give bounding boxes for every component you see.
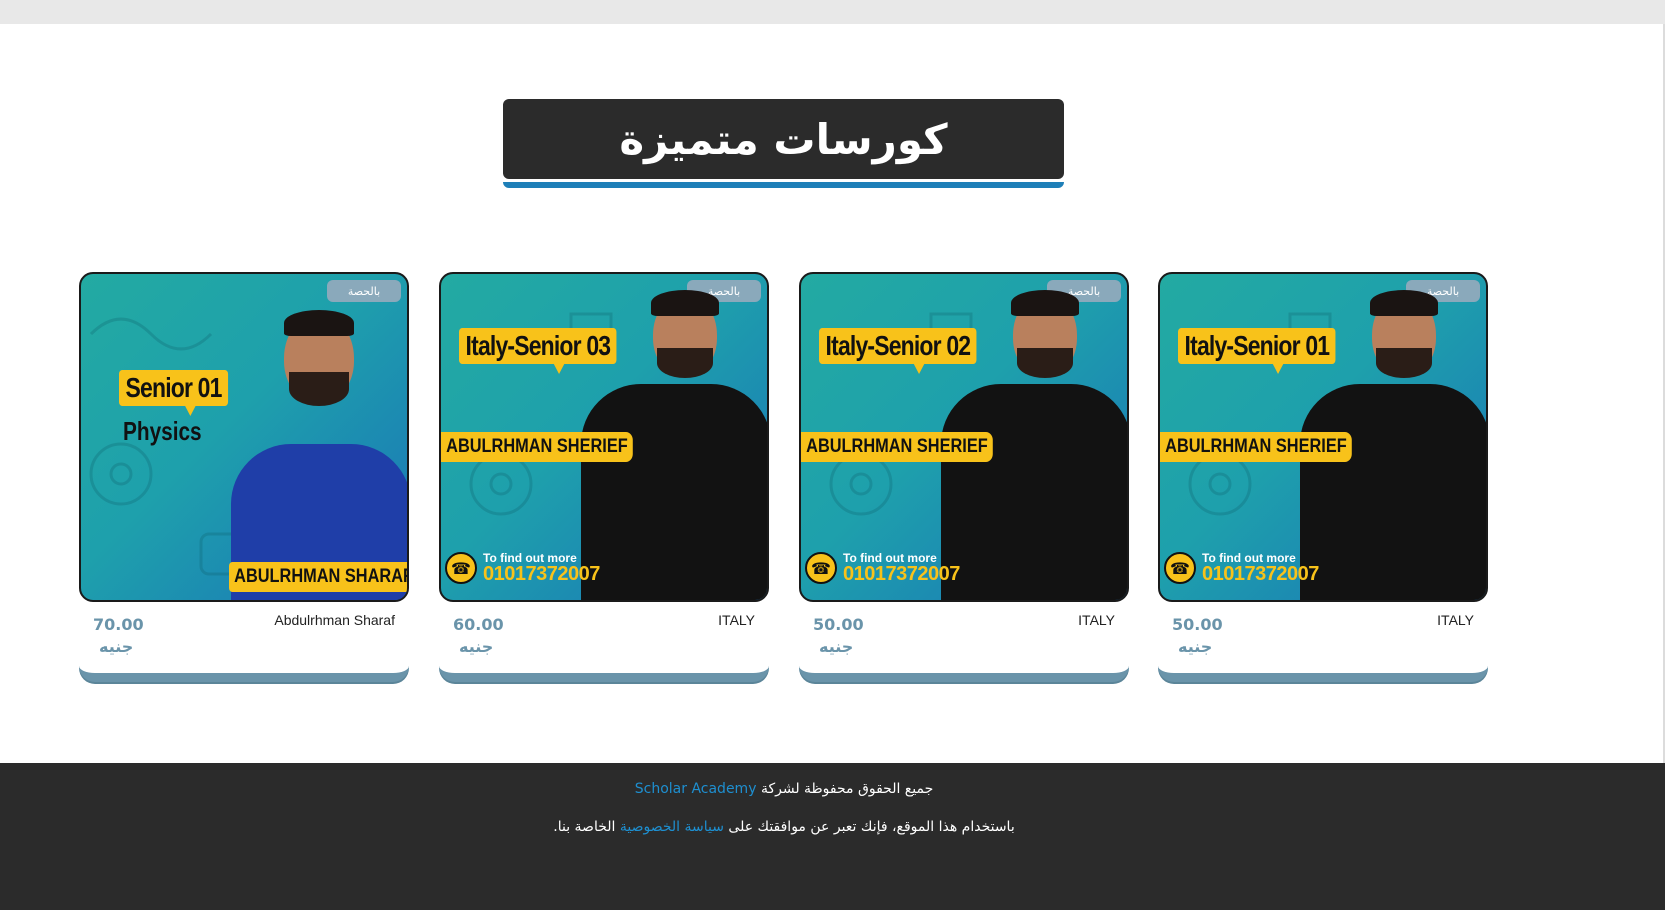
company-link[interactable]: Scholar Academy	[635, 781, 757, 797]
course-title-tag: Senior 01	[119, 370, 229, 416]
whatsapp-icon: ☎	[445, 552, 477, 584]
top-bar	[0, 0, 1665, 24]
whatsapp-contact[interactable]: ☎ To find out more 01017372007	[1164, 552, 1319, 584]
course-title-tag: Italy-Senior 02	[819, 328, 977, 374]
price-value: 50.00	[813, 615, 864, 634]
privacy-prefix: باستخدام هذا الموقع، فإنك تعبر عن موافقت…	[728, 819, 1015, 835]
course-subject-label: Physics	[123, 416, 202, 446]
section-title: كورسات متميزة	[503, 99, 1064, 179]
course-title-tag: Italy-Senior 01	[1178, 328, 1336, 374]
privacy-suffix: الخاصة بنا.	[553, 819, 616, 835]
price-currency: جنيه	[99, 637, 134, 656]
price-currency: جنيه	[819, 637, 854, 656]
course-card-physics[interactable]: بالحصة Senior 01 Physics ABULRHMAN SHARA…	[79, 272, 409, 682]
price-currency: جنيه	[459, 637, 494, 656]
price-value: 50.00	[1172, 615, 1223, 634]
contact-phone: 01017372007	[483, 563, 600, 585]
course-thumbnail[interactable]: بالحصة Senior 01 Physics ABULRHMAN SHARA…	[79, 272, 409, 602]
copyright-line: جميع الحقوق محفوظة لشركة Scholar Academy	[0, 781, 1568, 797]
course-thumbnail[interactable]: بالحصة Italy-Senior 01 ABULRHMAN SHERIEF…	[1158, 272, 1488, 602]
teacher-name-band: ABULRHMAN SHERIEF	[801, 432, 993, 462]
course-teacher-name[interactable]: ITALY	[1437, 612, 1474, 628]
whatsapp-contact[interactable]: ☎ To find out more 01017372007	[445, 552, 600, 584]
contact-phone: 01017372007	[1202, 563, 1319, 585]
course-title-tag: Italy-Senior 03	[459, 328, 617, 374]
privacy-line: باستخدام هذا الموقع، فإنك تعبر عن موافقت…	[0, 819, 1568, 835]
teacher-name-band: ABULRHMAN SHERIEF	[1160, 432, 1352, 462]
course-card-italy-senior-02[interactable]: بالحصة Italy-Senior 02 ABULRHMAN SHERIEF…	[799, 272, 1129, 682]
course-price: 50.00 جنيه	[1172, 614, 1223, 658]
course-thumbnail[interactable]: بالحصة Italy-Senior 03 ABULRHMAN SHERIEF…	[439, 272, 769, 602]
contact-phone: 01017372007	[843, 563, 960, 585]
whatsapp-contact[interactable]: ☎ To find out more 01017372007	[805, 552, 960, 584]
privacy-policy-link[interactable]: سياسة الخصوصية	[620, 819, 724, 835]
copyright-text: جميع الحقوق محفوظة لشركة	[760, 781, 934, 797]
pricing-badge: بالحصة	[327, 280, 401, 302]
price-currency: جنيه	[1178, 637, 1213, 656]
teacher-name-band: ABULRHMAN SHERIEF	[441, 432, 633, 462]
course-thumbnail[interactable]: بالحصة Italy-Senior 02 ABULRHMAN SHERIEF…	[799, 272, 1129, 602]
section-title-underline	[503, 179, 1064, 188]
course-card-italy-senior-03[interactable]: بالحصة Italy-Senior 03 ABULRHMAN SHERIEF…	[439, 272, 769, 682]
site-footer: جميع الحقوق محفوظة لشركة Scholar Academy…	[0, 763, 1665, 910]
section-heading: كورسات متميزة	[503, 99, 1064, 189]
course-teacher-name[interactable]: Abdulrhman Sharaf	[274, 612, 395, 628]
price-value: 60.00	[453, 615, 504, 634]
course-teacher-name[interactable]: ITALY	[1078, 612, 1115, 628]
whatsapp-icon: ☎	[805, 552, 837, 584]
whatsapp-icon: ☎	[1164, 552, 1196, 584]
course-teacher-name[interactable]: ITALY	[718, 612, 755, 628]
price-value: 70.00	[93, 615, 144, 634]
teacher-name-band: ABULRHMAN SHARAF	[229, 562, 407, 592]
course-price: 70.00 جنيه	[93, 614, 144, 658]
course-card-italy-senior-01[interactable]: بالحصة Italy-Senior 01 ABULRHMAN SHERIEF…	[1158, 272, 1488, 682]
course-price: 60.00 جنيه	[453, 614, 504, 658]
course-price: 50.00 جنيه	[813, 614, 864, 658]
